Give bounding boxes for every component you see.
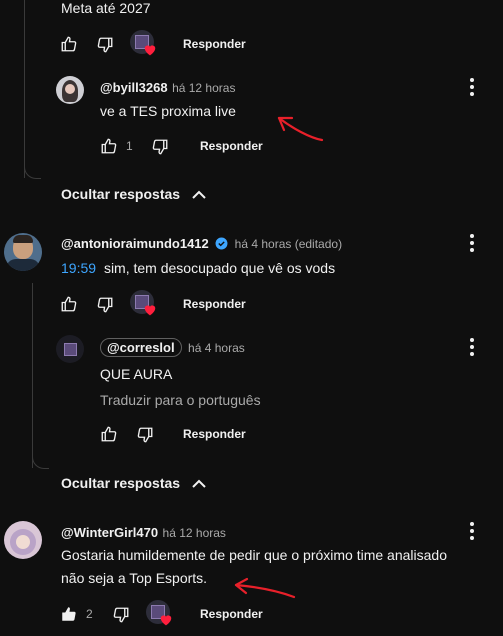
reply-button[interactable]: Responder — [183, 37, 246, 51]
like-count: 1 — [126, 139, 133, 153]
dislike-icon[interactable] — [151, 138, 169, 156]
comment-text-line: Gostaria humildemente de pedir que o pró… — [61, 547, 447, 563]
avatar — [4, 521, 42, 559]
chevron-up-icon — [192, 187, 206, 203]
comment-text: sim, tem desocupado que vê os vods — [103, 260, 336, 276]
comment-text: QUE AURA — [100, 366, 173, 382]
like-icon[interactable] — [60, 295, 78, 313]
thread-line — [24, 0, 25, 178]
comment-author[interactable]: @WinterGirl470 — [61, 525, 158, 540]
channel-owner-badge[interactable]: @correslol — [100, 338, 182, 357]
creator-heart-icon — [130, 290, 158, 318]
dislike-icon[interactable] — [112, 606, 130, 624]
more-options-icon[interactable] — [470, 234, 474, 255]
thread-line — [32, 283, 33, 468]
like-icon[interactable] — [60, 35, 78, 53]
like-icon[interactable] — [100, 425, 118, 443]
comment-text: ve a TES proxima live — [100, 103, 236, 119]
more-options-icon[interactable] — [470, 338, 474, 359]
thread-curve — [32, 450, 49, 469]
video-timestamp-link[interactable]: 19:59 — [61, 260, 96, 276]
comment-text-line: não seja a Top Esports. — [61, 570, 208, 586]
chevron-up-icon — [192, 476, 206, 492]
avatar — [56, 76, 84, 104]
reply-button[interactable]: Responder — [200, 139, 263, 153]
reply-button[interactable]: Responder — [183, 427, 246, 441]
thread-curve — [24, 160, 41, 179]
reply-button[interactable]: Responder — [183, 297, 246, 311]
dislike-icon[interactable] — [96, 36, 114, 54]
creator-heart-icon — [130, 30, 158, 58]
hide-replies-button[interactable]: Ocultar respostas — [61, 186, 206, 203]
more-options-icon[interactable] — [470, 78, 474, 99]
dislike-icon[interactable] — [136, 426, 154, 444]
avatar — [56, 335, 84, 363]
like-count: 2 — [86, 607, 93, 621]
comment-author[interactable]: @antonioraimundo1412 — [61, 236, 209, 251]
comment-time[interactable]: há 12 horas — [172, 81, 235, 95]
more-options-icon[interactable] — [470, 522, 474, 543]
reply-button[interactable]: Responder — [200, 607, 263, 621]
comment-author[interactable]: @byill3268 — [100, 80, 168, 95]
comment-text: Meta até 2027 — [61, 0, 151, 16]
translate-link[interactable]: Traduzir para o português — [100, 392, 261, 408]
like-icon-filled[interactable] — [60, 605, 78, 623]
annotation-arrow — [234, 577, 296, 599]
like-icon[interactable] — [100, 137, 118, 155]
hide-replies-button[interactable]: Ocultar respostas — [61, 475, 206, 492]
comment-time[interactable]: há 4 horas (editado) — [235, 237, 342, 251]
avatar — [4, 233, 42, 271]
comment-time[interactable]: há 12 horas — [163, 526, 226, 540]
annotation-arrow — [277, 116, 324, 142]
verified-icon — [215, 237, 228, 255]
creator-heart-icon — [146, 600, 174, 628]
comment-time[interactable]: há 4 horas — [188, 341, 245, 355]
dislike-icon[interactable] — [96, 296, 114, 314]
